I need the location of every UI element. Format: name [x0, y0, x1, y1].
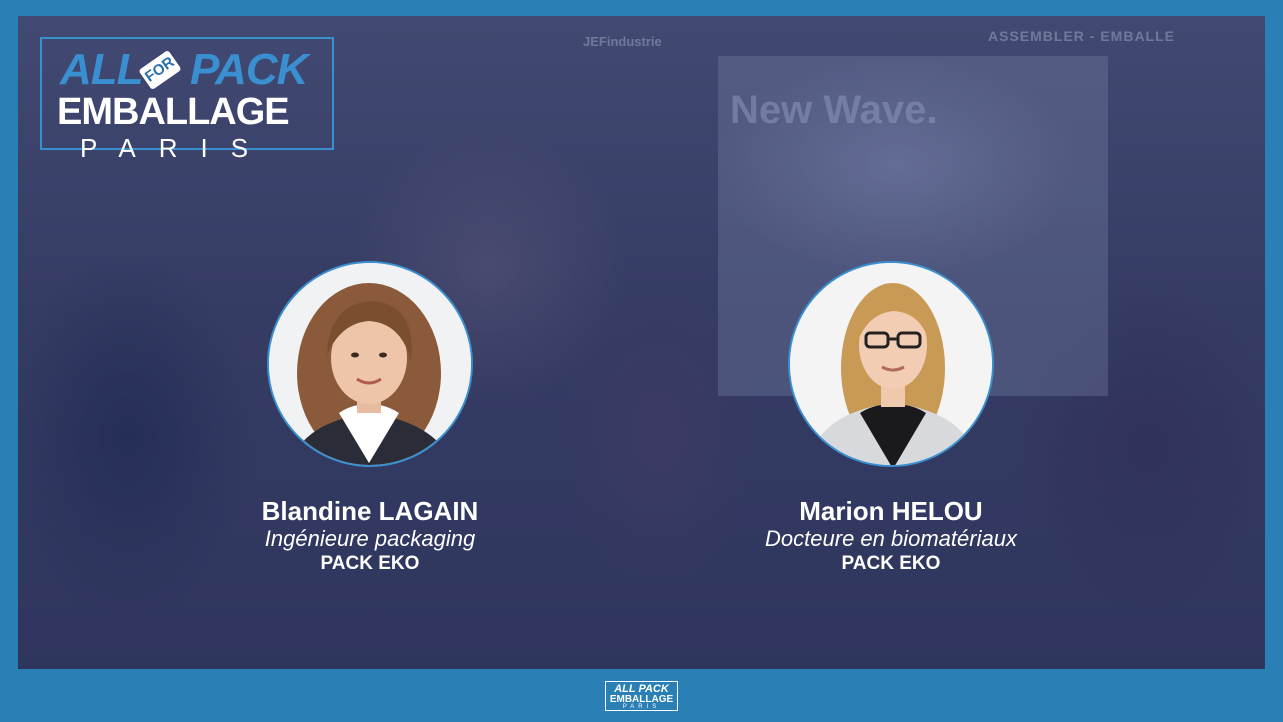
- speaker-card-1: Blandine LAGAIN Ingénieure packaging PAC…: [190, 496, 550, 576]
- speaker-role: Docteure en biomatériaux: [765, 526, 1017, 551]
- speaker-avatar-1: [267, 261, 473, 467]
- logo-pack-text: PACK: [190, 45, 308, 94]
- speaker-role: Ingénieure packaging: [264, 526, 476, 551]
- logo-paris-text: PARIS: [80, 133, 272, 163]
- speaker-name: Blandine LAGAIN: [261, 496, 479, 526]
- footer-logo-mid: EMBALLAGE: [609, 694, 674, 705]
- footer-event-logo: ALL PACK EMBALLAGE PARIS: [605, 681, 678, 711]
- logo-emballage-text: EMBALLAGE: [57, 91, 290, 133]
- speaker-company: PACK EKO: [320, 553, 420, 574]
- speaker-company: PACK EKO: [841, 553, 941, 574]
- speaker-photo-2-icon: [790, 263, 992, 465]
- speaker-name: Marion HELOU: [799, 496, 983, 526]
- speaker-photo-1-icon: [269, 263, 471, 465]
- speaker-card-2: Marion HELOU Docteure en biomatériaux PA…: [711, 496, 1071, 576]
- speaker-avatar-2: [788, 261, 994, 467]
- logo-all-text: ALL: [60, 45, 144, 94]
